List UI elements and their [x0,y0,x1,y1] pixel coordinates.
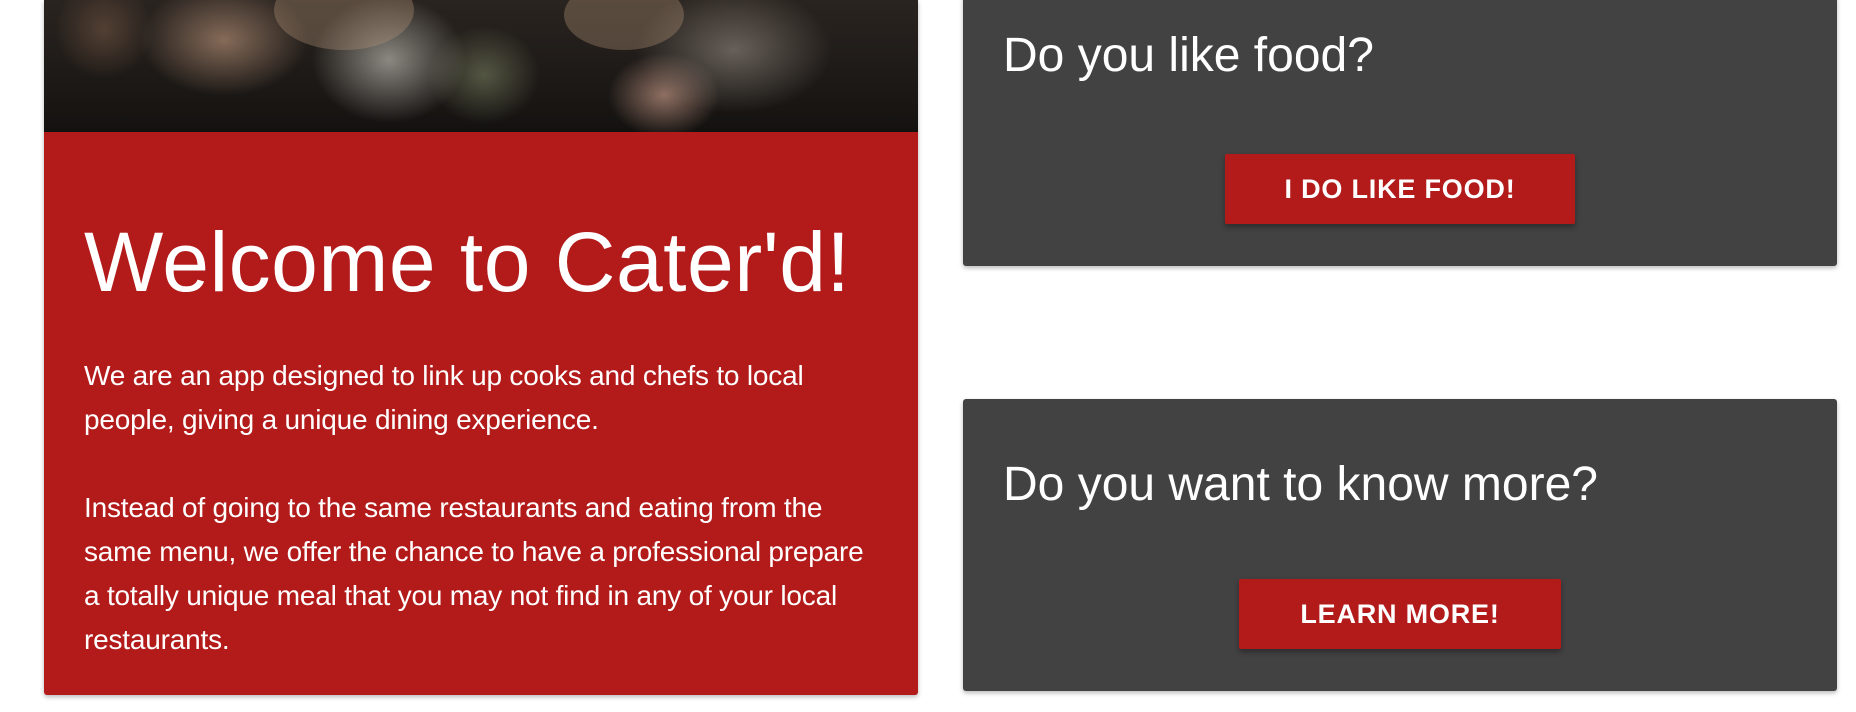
photo-plate-shape [274,0,414,50]
intro-paragraph: We are an app designed to link up cooks … [84,360,804,435]
description-paragraph: Instead of going to the same restaurants… [84,492,864,655]
i-like-food-button[interactable]: I DO LIKE FOOD! [1225,154,1575,224]
learn-more-button[interactable]: LEARN MORE! [1239,579,1561,649]
food-cta-card: Do you like food? I DO LIKE FOOD! [963,0,1837,266]
learn-more-cta-heading: Do you want to know more? [1003,458,1598,511]
photo-plate-shape [564,0,684,50]
food-cta-heading: Do you like food? [1003,29,1374,82]
hero-food-photo [44,0,918,132]
page: Welcome to Cater'd! We are an app design… [0,0,1856,712]
welcome-content: Welcome to Cater'd! We are an app design… [84,132,884,662]
welcome-card: Welcome to Cater'd! We are an app design… [44,0,918,695]
welcome-title: Welcome to Cater'd! [84,215,851,309]
learn-more-cta-card: Do you want to know more? LEARN MORE! [963,399,1837,691]
